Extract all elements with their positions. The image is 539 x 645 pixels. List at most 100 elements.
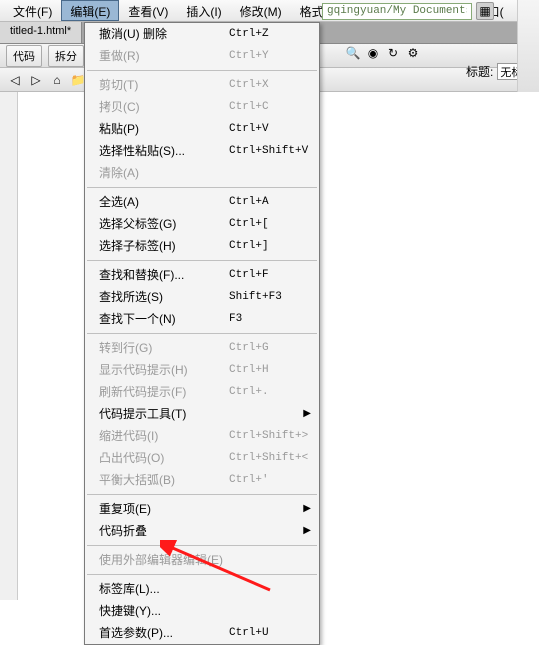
menu-item-label: 代码提示工具(T) [99, 406, 229, 422]
menu-item-label: 缩进代码(I) [99, 428, 229, 444]
submenu-arrow-icon: ▶ [303, 501, 311, 517]
menu-item[interactable]: 重复项(E) ▶ [85, 498, 319, 520]
address-go-icon[interactable]: ▦ [476, 2, 494, 20]
menu-item-label: 拷贝(C) [99, 99, 229, 115]
menu-item-label: 查找下一个(N) [99, 311, 229, 327]
menu-item-shortcut: Ctrl+Shift+V [229, 143, 308, 159]
menu-item-shortcut: Shift+F3 [229, 289, 282, 305]
menu-item-shortcut: Ctrl+Shift+> [229, 428, 308, 444]
menu-item-shortcut: Ctrl+H [229, 362, 269, 378]
menu-item[interactable]: 选择性粘贴(S)...Ctrl+Shift+V [85, 140, 319, 162]
menu-item: 缩进代码(I)Ctrl+Shift+> [85, 425, 319, 447]
menu-item[interactable]: 查找所选(S)Shift+F3 [85, 286, 319, 308]
menu-item-label: 粘贴(P) [99, 121, 229, 137]
menu-item-shortcut: Ctrl+X [229, 77, 269, 93]
menu-separator [87, 574, 317, 575]
menu-separator [87, 70, 317, 71]
menu-item[interactable]: 查找和替换(F)...Ctrl+F [85, 264, 319, 286]
menu-item-label: 选择性粘贴(S)... [99, 143, 229, 159]
menu-separator [87, 494, 317, 495]
menu-separator [87, 333, 317, 334]
menu-item-label: 凸出代码(O) [99, 450, 229, 466]
menu-item[interactable]: 撤消(U) 删除Ctrl+Z [85, 23, 319, 45]
menu-item: 平衡大括弧(B)Ctrl+' [85, 469, 319, 491]
nav-forward-icon[interactable]: ▷ [27, 71, 45, 89]
menu-item[interactable]: 选择父标签(G)Ctrl+[ [85, 213, 319, 235]
menu-item-shortcut: Ctrl+. [229, 384, 269, 400]
menu-item: 转到行(G)Ctrl+G [85, 337, 319, 359]
menu-item[interactable]: 标签库(L)... [85, 578, 319, 600]
menu-item-label: 代码折叠 [99, 523, 229, 539]
menu-item: 显示代码提示(H)Ctrl+H [85, 359, 319, 381]
menu-item[interactable]: 选择子标签(H)Ctrl+] [85, 235, 319, 257]
menu-item-label: 选择父标签(G) [99, 216, 229, 232]
submenu-arrow-icon: ▶ [303, 523, 311, 539]
menu-item-label: 剪切(T) [99, 77, 229, 93]
menu-item[interactable]: 代码提示工具(T) ▶ [85, 403, 319, 425]
menu-item: 清除(A) [85, 162, 319, 184]
menu-item[interactable]: 全选(A)Ctrl+A [85, 191, 319, 213]
vertical-ruler [0, 92, 18, 600]
menu-separator [87, 260, 317, 261]
menu-item-shortcut: Ctrl+A [229, 194, 269, 210]
menu-item: 重做(R)Ctrl+Y [85, 45, 319, 67]
split-view-button[interactable]: 拆分 [48, 45, 84, 67]
document-tab[interactable]: titled-1.html* [0, 22, 82, 43]
menu-item-shortcut: Ctrl+' [229, 472, 269, 488]
toolbar-icon-group: 🔍 ◉ ↻ ⚙ [344, 44, 422, 62]
menu-item-shortcut: Ctrl+V [229, 121, 269, 137]
menu-item: 拷贝(C)Ctrl+C [85, 96, 319, 118]
submenu-arrow-icon: ▶ [303, 406, 311, 422]
menu-item: 使用外部编辑器编辑(E) [85, 549, 319, 571]
menu-item-label: 选择子标签(H) [99, 238, 229, 254]
menu-item-shortcut: Ctrl+C [229, 99, 269, 115]
menu-item[interactable]: 代码折叠 ▶ [85, 520, 319, 542]
code-view-button[interactable]: 代码 [6, 45, 42, 67]
menu-insert[interactable]: 插入(I) [177, 0, 230, 21]
globe-icon[interactable]: ◉ [364, 44, 382, 62]
menu-item-shortcut: Ctrl+F [229, 267, 269, 283]
menu-item-shortcut: Ctrl+G [229, 340, 269, 356]
menu-item-label: 显示代码提示(H) [99, 362, 229, 378]
menu-item: 凸出代码(O)Ctrl+Shift+< [85, 447, 319, 469]
menu-item[interactable]: 首选参数(P)...Ctrl+U [85, 622, 319, 644]
menu-item[interactable]: 快捷键(Y)... [85, 600, 319, 622]
menu-item-label: 查找所选(S) [99, 289, 229, 305]
address-input[interactable] [322, 3, 472, 20]
menu-modify[interactable]: 修改(M) [231, 0, 291, 21]
menu-item-shortcut: Ctrl+Shift+< [229, 450, 308, 466]
menu-view[interactable]: 查看(V) [119, 0, 177, 21]
gear-icon[interactable]: ⚙ [404, 44, 422, 62]
menu-item-label: 刷新代码提示(F) [99, 384, 229, 400]
menu-item-shortcut: Ctrl+[ [229, 216, 269, 232]
menu-item-shortcut: Ctrl+U [229, 625, 269, 641]
address-bar: ▦ [322, 2, 494, 20]
menu-item[interactable]: 查找下一个(N)F3 [85, 308, 319, 330]
menu-item-label: 转到行(G) [99, 340, 229, 356]
nav-back-icon[interactable]: ◁ [6, 71, 24, 89]
menu-item-label: 重做(R) [99, 48, 229, 64]
menu-item-shortcut: Ctrl+Y [229, 48, 269, 64]
menu-item-label: 使用外部编辑器编辑(E) [99, 552, 229, 568]
menu-item-label: 首选参数(P)... [99, 625, 229, 641]
menu-item-label: 重复项(E) [99, 501, 229, 517]
menu-item-shortcut: F3 [229, 311, 242, 327]
menu-file[interactable]: 文件(F) [4, 0, 61, 21]
search-icon[interactable]: 🔍 [344, 44, 362, 62]
menu-item[interactable]: 粘贴(P)Ctrl+V [85, 118, 319, 140]
menu-item-label: 平衡大括弧(B) [99, 472, 229, 488]
edit-menu-dropdown: 撤消(U) 删除Ctrl+Z重做(R)Ctrl+Y剪切(T)Ctrl+X拷贝(C… [84, 22, 320, 645]
menu-item-label: 标签库(L)... [99, 581, 229, 597]
menu-item-label: 全选(A) [99, 194, 229, 210]
menu-item-label: 清除(A) [99, 165, 229, 181]
menu-separator [87, 187, 317, 188]
menu-item: 刷新代码提示(F)Ctrl+. [85, 381, 319, 403]
refresh-icon[interactable]: ↻ [384, 44, 402, 62]
menu-item-label: 快捷键(Y)... [99, 603, 229, 619]
menu-item-label: 撤消(U) 删除 [99, 26, 229, 42]
menu-item-shortcut: Ctrl+Z [229, 26, 269, 42]
menu-edit[interactable]: 编辑(E) [61, 0, 119, 21]
home-icon[interactable]: ⌂ [48, 71, 66, 89]
menu-separator [87, 545, 317, 546]
menu-item-shortcut: Ctrl+] [229, 238, 269, 254]
